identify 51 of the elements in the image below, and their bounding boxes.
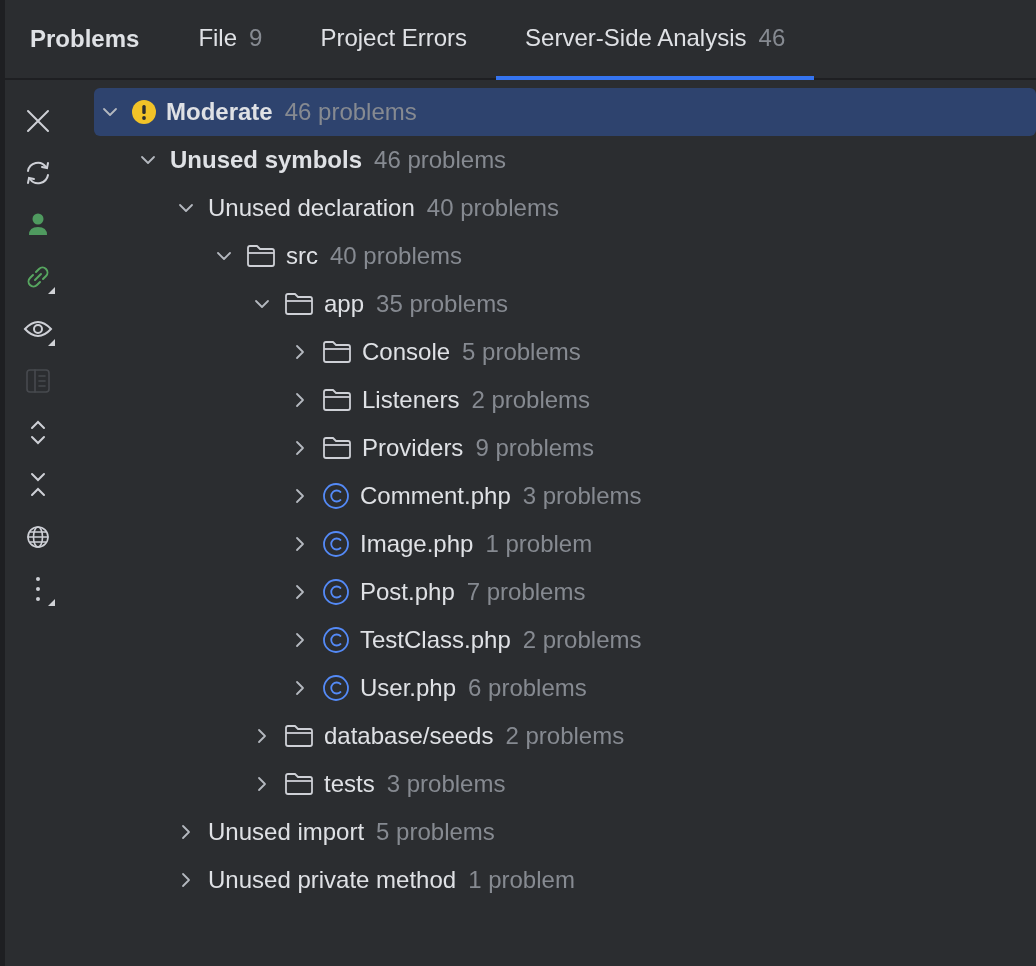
tree-item[interactable]: Post.php	[360, 578, 455, 606]
tree-item[interactable]: Providers	[362, 434, 464, 462]
problem-count: 1 problem	[468, 866, 575, 894]
tree-item[interactable]: Moderate	[166, 98, 273, 126]
tab[interactable]: Project Errors	[291, 0, 497, 80]
problem-count: 5 problems	[376, 818, 495, 846]
tree-item[interactable]: Unused private method	[208, 866, 457, 894]
folder-icon	[284, 772, 314, 796]
problem-count: 5 problems	[462, 338, 581, 366]
folder-icon	[284, 724, 314, 748]
problem-count: 3 problems	[386, 770, 506, 798]
tree-item[interactable]: Listeners	[362, 386, 460, 414]
tree-item[interactable]: TestClass.php	[360, 626, 511, 654]
problem-count: 1 problem	[485, 530, 593, 558]
folder-icon	[284, 292, 314, 316]
problem-count: 6 problems	[468, 674, 587, 702]
class-icon	[322, 530, 350, 558]
class-icon	[322, 578, 350, 606]
problem-count: 40 problems	[330, 242, 463, 270]
problem-count: 35 problems	[376, 290, 509, 318]
tree-item[interactable]: User.php	[360, 674, 457, 702]
class-icon	[322, 674, 350, 702]
tree-item[interactable]: Console	[362, 338, 451, 366]
problem-count: 9 problems	[475, 434, 595, 462]
tree-item[interactable]: app	[324, 290, 365, 318]
problem-count: 46 problems	[374, 146, 507, 174]
problem-count: 7 problems	[466, 578, 586, 606]
problem-count: 40 problems	[426, 194, 559, 222]
tree-item[interactable]: Unused declaration	[208, 194, 415, 222]
problem-count: 2 problems	[471, 386, 591, 414]
folder-icon	[322, 340, 352, 364]
tree-item[interactable]: src	[286, 242, 318, 270]
class-icon	[322, 482, 350, 510]
folder-icon	[246, 244, 276, 268]
panel-title: Problems	[30, 25, 140, 53]
tree-item[interactable]: Image.php	[360, 530, 474, 558]
problem-count: 46 problems	[284, 98, 417, 126]
tree-item[interactable]: tests	[324, 770, 375, 798]
problem-count: 2 problems	[505, 722, 625, 750]
tree-item[interactable]: database/seeds	[324, 722, 494, 750]
tab[interactable]: Server-Side Analysis 46	[496, 0, 815, 80]
tree-item[interactable]: Unused import	[208, 818, 365, 846]
tree-item[interactable]: Comment.php	[360, 482, 511, 510]
warning-icon	[132, 100, 156, 124]
problem-count: 2 problems	[522, 626, 642, 654]
class-icon	[322, 626, 350, 654]
tree-item[interactable]: Unused symbols	[170, 146, 363, 174]
folder-icon	[322, 388, 352, 412]
problem-count: 3 problems	[522, 482, 642, 510]
tab[interactable]: File 9	[169, 0, 292, 80]
folder-icon	[322, 436, 352, 460]
